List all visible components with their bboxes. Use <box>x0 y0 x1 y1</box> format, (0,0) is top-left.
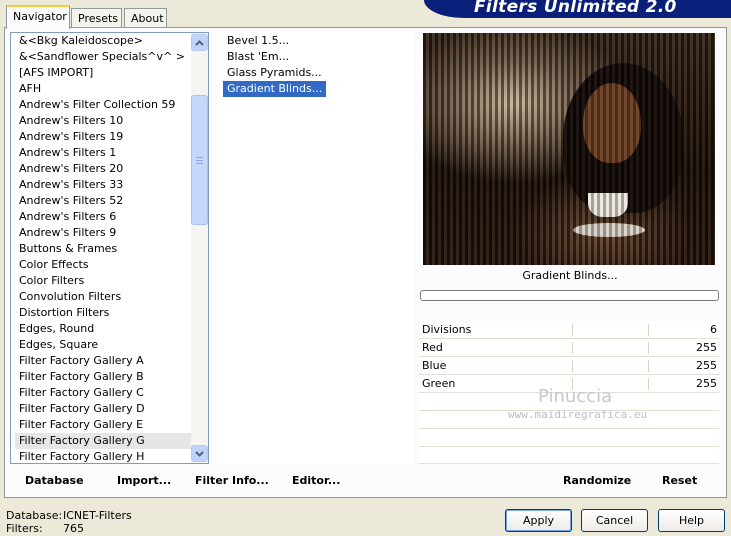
status-filters-label: Filters: <box>6 522 43 535</box>
app-title: Filters Unlimited 2.0 <box>474 0 677 17</box>
chevron-up-icon <box>195 39 204 46</box>
category-item[interactable]: Andrew's Filters 33 <box>15 177 195 193</box>
category-items: &<Bkg Kaleidoscope> &<Sandflower Specials… <box>15 33 195 463</box>
category-item[interactable]: Andrew's Filters 6 <box>15 209 195 225</box>
filter-info-button[interactable]: Filter Info... <box>195 474 269 487</box>
param-value: 6 <box>710 323 717 336</box>
watermark-name: Pinuccia <box>538 386 613 407</box>
category-item[interactable]: Filter Factory Gallery G <box>15 433 195 449</box>
randomize-button[interactable]: Randomize <box>563 474 631 487</box>
filter-item[interactable]: Glass Pyramids... <box>223 66 322 79</box>
grip-icon <box>196 156 203 164</box>
param-blue[interactable]: Blue 255 <box>419 357 719 375</box>
tab-presets[interactable]: Presets <box>71 8 122 27</box>
param-label: Red <box>422 341 443 354</box>
scroll-down-button[interactable] <box>191 445 208 462</box>
category-item[interactable]: Andrew's Filters 52 <box>15 193 195 209</box>
category-item[interactable]: [AFS IMPORT] <box>15 65 195 81</box>
category-item[interactable]: Edges, Square <box>15 337 195 353</box>
category-item[interactable]: Buttons & Frames <box>15 241 195 257</box>
cancel-button[interactable]: Cancel <box>581 509 648 532</box>
param-label: Divisions <box>422 323 472 336</box>
category-item[interactable]: Filter Factory Gallery D <box>15 401 195 417</box>
filter-item[interactable]: Blast 'Em... <box>223 50 289 63</box>
category-list[interactable]: &<Bkg Kaleidoscope> &<Sandflower Specials… <box>10 32 209 464</box>
help-button[interactable]: Help <box>658 509 725 532</box>
category-item[interactable]: Andrew's Filters 1 <box>15 145 195 161</box>
param-red[interactable]: Red 255 <box>419 339 719 357</box>
param-divisions[interactable]: Divisions 6 <box>419 321 719 339</box>
category-item[interactable]: Filter Factory Gallery H <box>15 449 195 463</box>
category-item[interactable]: Edges, Round <box>15 321 195 337</box>
scroll-thumb[interactable] <box>191 95 208 225</box>
category-item[interactable]: Color Effects <box>15 257 195 273</box>
category-item[interactable]: Convolution Filters <box>15 289 195 305</box>
category-item[interactable]: &<Bkg Kaleidoscope> <box>15 33 195 49</box>
tab-about[interactable]: About <box>124 8 167 27</box>
category-item[interactable]: &<Sandflower Specials^v^ > <box>15 49 195 65</box>
param-value: 255 <box>696 377 717 390</box>
status-filters-value: 765 <box>63 522 84 535</box>
category-scrollbar[interactable] <box>191 33 208 463</box>
chevron-down-icon <box>195 450 204 457</box>
preview-image <box>423 33 715 265</box>
param-label: Blue <box>422 359 447 372</box>
status-database-label: Database: <box>6 509 63 522</box>
category-item[interactable]: Filter Factory Gallery E <box>15 417 195 433</box>
editor-button[interactable]: Editor... <box>292 474 340 487</box>
import-button[interactable]: Import... <box>117 474 171 487</box>
reset-button[interactable]: Reset <box>662 474 697 487</box>
category-item[interactable]: Andrew's Filters 9 <box>15 225 195 241</box>
filter-item[interactable]: Gradient Blinds... <box>223 81 327 97</box>
category-item[interactable]: Filter Factory Gallery B <box>15 369 195 385</box>
status-filters: Filters: 765 <box>6 522 84 535</box>
param-empty <box>419 429 719 447</box>
progress-bar <box>420 290 719 301</box>
param-label: Green <box>422 377 456 390</box>
param-value: 255 <box>696 359 717 372</box>
param-value: 255 <box>696 341 717 354</box>
category-item[interactable]: Andrew's Filters 20 <box>15 161 195 177</box>
category-item[interactable]: Filter Factory Gallery A <box>15 353 195 369</box>
tab-navigator[interactable]: Navigator <box>6 5 70 29</box>
filter-items: Bevel 1.5... Blast 'Em... Glass Pyramids..… <box>223 33 413 97</box>
status-database-value: ICNET-Filters <box>63 509 132 522</box>
preview-caption: Gradient Blinds... <box>522 269 618 282</box>
category-item[interactable]: Andrew's Filters 10 <box>15 113 195 129</box>
status-database: Database: ICNET-Filters <box>6 509 132 522</box>
apply-button[interactable]: Apply <box>505 509 572 532</box>
category-item[interactable]: Andrew's Filter Collection 59 <box>15 97 195 113</box>
category-item[interactable]: AFH <box>15 81 195 97</box>
watermark-url: www.maidiregrafica.eu <box>508 408 648 421</box>
category-item[interactable]: Filter Factory Gallery C <box>15 385 195 401</box>
filter-list[interactable]: Bevel 1.5... Blast 'Em... Glass Pyramids..… <box>216 32 414 464</box>
category-item[interactable]: Color Filters <box>15 273 195 289</box>
category-item[interactable]: Andrew's Filters 19 <box>15 129 195 145</box>
scroll-up-button[interactable] <box>191 34 208 51</box>
param-empty <box>419 447 719 464</box>
filter-item[interactable]: Bevel 1.5... <box>223 34 289 47</box>
database-button[interactable]: Database <box>25 474 84 487</box>
category-item[interactable]: Distortion Filters <box>15 305 195 321</box>
